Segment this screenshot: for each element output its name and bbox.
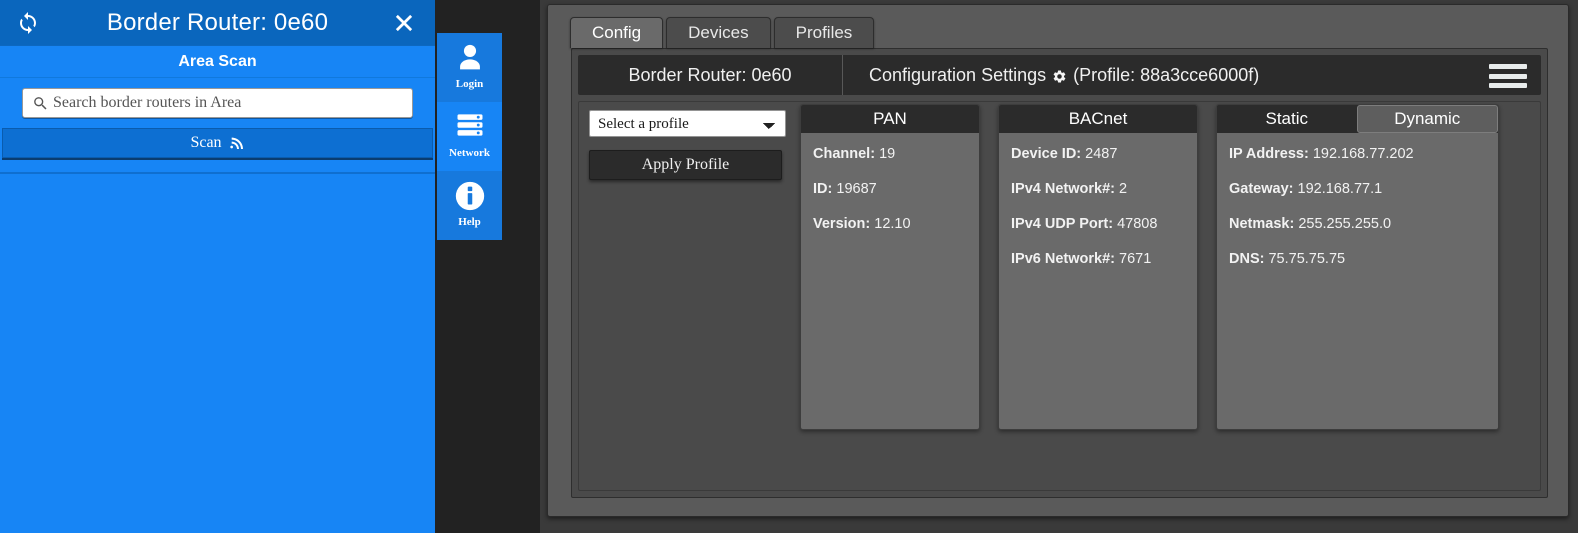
profile-column: Select a profile Apply Profile (589, 110, 789, 180)
network-field-ip-address: IP Address: 192.168.77.202 (1229, 146, 1486, 163)
area-scan-panel: Border Router: 0e60 Area Scan Scan (0, 0, 435, 533)
area-scan-banner-label: Area Scan (178, 52, 257, 70)
bacnet-field-ipv6-network-value: 7671 (1119, 250, 1152, 267)
bacnet-field-ipv6-network: IPv6 Network#: 7671 (1011, 250, 1185, 268)
search-input[interactable] (53, 90, 396, 116)
left-panel-title: Border Router: 0e60 (106, 8, 329, 36)
pan-field-channel-key: Channel: (813, 146, 876, 162)
hamburger-icon[interactable] (1489, 64, 1527, 88)
bacnet-panel: BACnet Device ID: 2487 IPv4 Network#: 2 (998, 104, 1198, 430)
area-scan-results-area (0, 172, 435, 533)
bacnet-field-ipv4-udp-port-value: 47808 (1117, 215, 1158, 232)
pan-panel: PAN Channel: 19 ID: 19687 Version: 12.10 (800, 104, 980, 430)
bacnet-field-ipv4-udp-port: IPv4 UDP Port: 47808 (1011, 215, 1185, 233)
search-box[interactable] (22, 88, 413, 118)
pan-field-id-value: 19687 (836, 180, 877, 197)
network-field-ip-address-key: IP Address: (1229, 146, 1309, 162)
rail-item-help[interactable]: Help (437, 171, 502, 240)
scan-button-label: Scan (190, 134, 222, 151)
header-router-name: Border Router: 0e60 (578, 55, 843, 95)
config-header-bar: Border Router: 0e60 Configuration Settin… (578, 55, 1541, 95)
rail-item-login[interactable]: Login (437, 33, 502, 102)
pan-field-version-key: Version: (813, 215, 871, 232)
tab-bar: Config Devices Profiles (570, 17, 875, 48)
bacnet-panel-title: BACnet (999, 105, 1197, 133)
config-panel: Border Router: 0e60 Configuration Settin… (571, 48, 1548, 498)
rail-label-login: Login (455, 78, 484, 90)
main-content-area: Config Devices Profiles Border Router: 0… (540, 0, 1578, 533)
pan-field-id: ID: 19687 (813, 180, 967, 198)
tab-devices[interactable]: Devices (666, 17, 771, 48)
profile-select[interactable]: Select a profile (589, 110, 786, 137)
bacnet-field-ipv6-network-key: IPv6 Network#: (1011, 250, 1115, 267)
bacnet-field-ipv4-network-value: 2 (1119, 180, 1128, 197)
tab-profiles[interactable]: Profiles (773, 17, 875, 48)
tab-config[interactable]: Config (570, 17, 664, 48)
search-icon (32, 95, 49, 112)
bacnet-field-device-id-key: Device ID: (1011, 146, 1082, 162)
bacnet-field-ipv4-network-key: IPv4 Network#: (1011, 180, 1115, 197)
user-icon (453, 41, 487, 77)
network-field-dns-key: DNS: (1229, 250, 1265, 267)
bacnet-field-device-id: Device ID: 2487 (1011, 146, 1185, 163)
close-icon[interactable] (391, 10, 417, 36)
network-field-netmask-value: 255.255.255.0 (1298, 215, 1392, 232)
bacnet-field-ipv4-udp-port-key: IPv4 UDP Port: (1011, 215, 1114, 232)
left-panel-titlebar: Border Router: 0e60 (0, 0, 435, 45)
refresh-icon[interactable] (16, 11, 40, 35)
pan-field-version-value: 12.10 (874, 215, 911, 232)
pan-field-id-key: ID: (813, 180, 833, 197)
network-field-gateway-value: 192.168.77.1 (1297, 180, 1383, 197)
signal-icon (229, 135, 245, 151)
network-panel: Static Dynamic IP Address: 192.168.77.20… (1216, 104, 1499, 430)
network-field-gateway-key: Gateway: (1229, 180, 1294, 197)
bacnet-field-ipv4-network: IPv4 Network#: 2 (1011, 180, 1185, 198)
network-mode-segmented-control: Static Dynamic (1217, 105, 1498, 133)
rail-label-help: Help (458, 216, 481, 228)
pan-panel-title: PAN (801, 105, 979, 133)
bacnet-panel-body: Device ID: 2487 IPv4 Network#: 2 IPv4 UD… (999, 133, 1197, 297)
network-field-gateway: Gateway: 192.168.77.1 (1229, 180, 1486, 198)
bacnet-field-device-id-value: 2487 (1085, 146, 1118, 162)
pan-field-channel-value: 19 (879, 146, 896, 162)
search-container (0, 78, 435, 122)
area-scan-banner: Area Scan (0, 45, 435, 78)
pan-field-version: Version: 12.10 (813, 215, 967, 233)
network-field-dns: DNS: 75.75.75.75 (1229, 250, 1486, 268)
rail-label-network: Network (449, 147, 490, 159)
rail-item-network[interactable]: Network (437, 102, 502, 171)
info-icon (453, 179, 487, 215)
pan-panel-body: Channel: 19 ID: 19687 Version: 12.10 (801, 133, 979, 262)
header-profile-text: (Profile: 88a3cce6000f) (1073, 64, 1260, 85)
outer-card: Config Devices Profiles Border Router: 0… (547, 4, 1569, 517)
icon-rail: Login Network Help (435, 0, 540, 533)
apply-profile-button[interactable]: Apply Profile (589, 150, 782, 180)
network-field-netmask: Netmask: 255.255.255.0 (1229, 215, 1486, 233)
server-icon (453, 110, 487, 146)
pan-field-channel: Channel: 19 (813, 146, 967, 163)
network-panel-body: IP Address: 192.168.77.202 Gateway: 192.… (1217, 133, 1498, 297)
gear-icon[interactable] (1052, 68, 1067, 83)
header-settings-title: Configuration Settings (Profile: 88a3cce… (843, 65, 1541, 86)
config-content: Select a profile Apply Profile PAN Chann… (578, 101, 1541, 491)
network-field-netmask-key: Netmask: (1229, 215, 1295, 232)
segment-dynamic[interactable]: Dynamic (1356, 105, 1498, 133)
segment-static[interactable]: Static (1217, 105, 1357, 133)
network-field-ip-address-value: 192.168.77.202 (1312, 146, 1414, 162)
header-settings-label: Configuration Settings (869, 64, 1047, 85)
app-root: Border Router: 0e60 Area Scan Scan (0, 0, 1578, 533)
scan-button[interactable]: Scan (2, 128, 433, 158)
network-field-dns-value: 75.75.75.75 (1268, 250, 1346, 267)
